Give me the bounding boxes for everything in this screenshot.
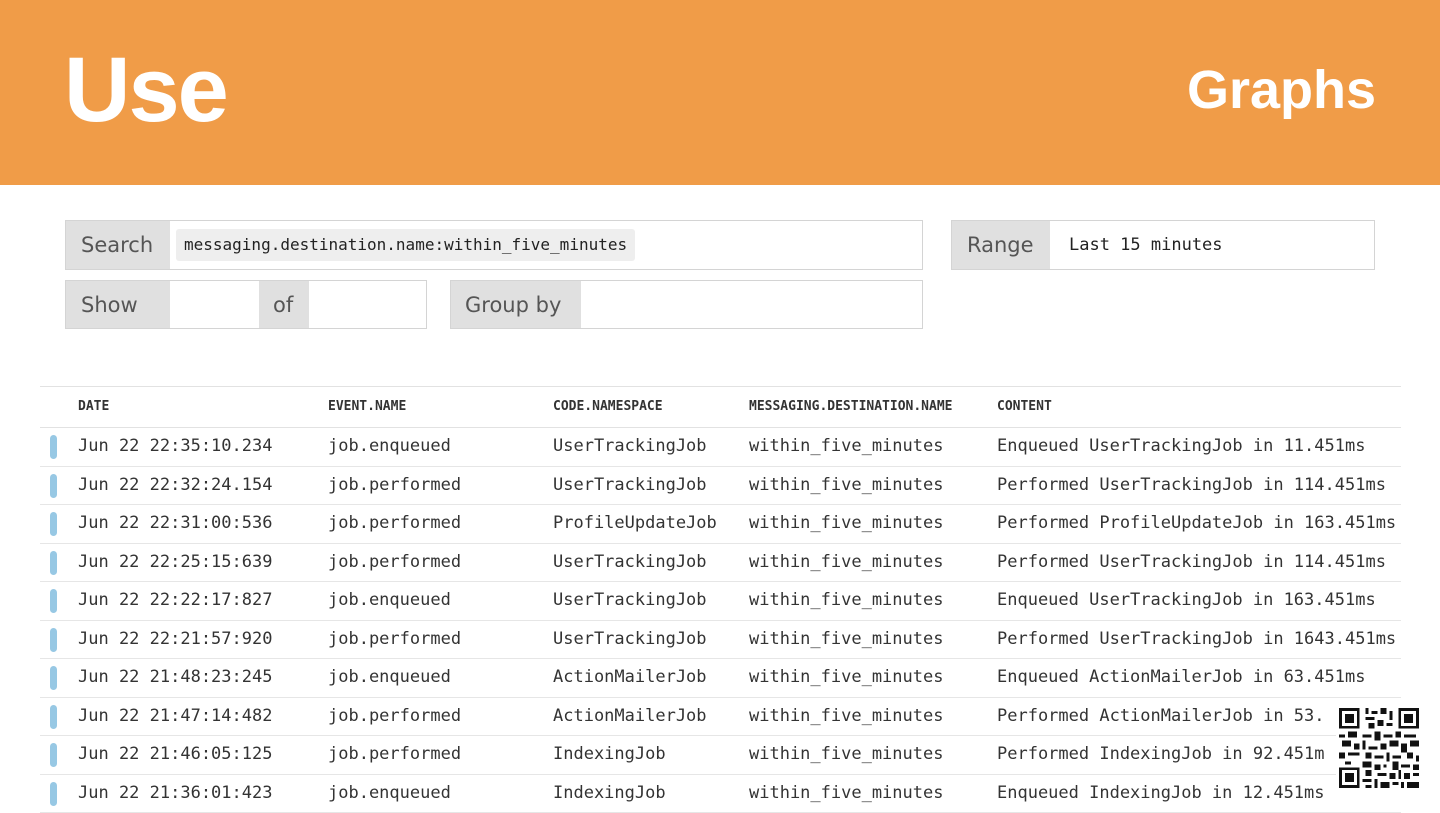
cell-content: Performed UserTrackingJob in 1643.451ms xyxy=(997,629,1402,649)
cell-destination: within_five_minutes xyxy=(749,629,943,649)
show-input[interactable] xyxy=(176,295,256,315)
events-table: DATE EVENT.NAME CODE.NAMESPACE MESSAGING… xyxy=(40,386,1401,813)
cell-code-namespace: IndexingJob xyxy=(553,744,666,764)
table-row[interactable]: Jun 22 22:31:00:536 job.performed ProfileU… xyxy=(40,505,1401,544)
search-bar[interactable]: Search messaging.destination.name:within… xyxy=(65,220,923,270)
header-banner: Use Graphs xyxy=(0,0,1440,185)
cell-code-namespace: UserTrackingJob xyxy=(553,436,707,456)
cell-content: Performed ProfileUpdateJob in 163.451ms xyxy=(997,513,1402,533)
cell-content: Enqueued UserTrackingJob in 11.451ms xyxy=(997,436,1402,456)
slide-title: Use xyxy=(64,38,227,142)
cell-destination: within_five_minutes xyxy=(749,667,943,687)
of-input[interactable] xyxy=(316,295,416,315)
of-label: of xyxy=(259,281,309,328)
cell-destination: within_five_minutes xyxy=(749,744,943,764)
row-marker xyxy=(50,666,57,690)
table-row[interactable]: Jun 22 22:35:10.234 job.enqueued UserTrack… xyxy=(40,428,1401,467)
cell-date: Jun 22 21:47:14:482 xyxy=(78,706,272,726)
cell-content: Enqueued ActionMailerJob in 63.451ms xyxy=(997,667,1402,687)
cell-date: Jun 22 22:32:24.154 xyxy=(78,475,272,495)
group-by-label: Group by xyxy=(451,281,581,328)
row-marker xyxy=(50,782,57,806)
cell-date: Jun 22 22:21:57:920 xyxy=(78,629,272,649)
cell-code-namespace: UserTrackingJob xyxy=(553,552,707,572)
search-query-chip[interactable]: messaging.destination.name:within_five_m… xyxy=(176,229,635,261)
cell-event-name: job.performed xyxy=(328,744,461,764)
cell-event-name: job.enqueued xyxy=(328,783,451,803)
row-marker xyxy=(50,512,57,536)
cell-content: Performed UserTrackingJob in 114.451ms xyxy=(997,552,1402,572)
group-by-input[interactable] xyxy=(591,295,911,315)
row-marker xyxy=(50,474,57,498)
table-row[interactable]: Jun 22 22:32:24.154 job.performed UserTrac… xyxy=(40,467,1401,506)
cell-destination: within_five_minutes xyxy=(749,590,943,610)
cell-event-name: job.performed xyxy=(328,629,461,649)
table-row[interactable]: Jun 22 21:47:14:482 job.performed ActionMa… xyxy=(40,698,1401,737)
cell-event-name: job.enqueued xyxy=(328,590,451,610)
show-label: Show xyxy=(66,281,170,328)
row-marker xyxy=(50,628,57,652)
range-label: Range xyxy=(952,221,1050,269)
table-row[interactable]: Jun 22 21:36:01:423 job.enqueued IndexingJ… xyxy=(40,775,1401,813)
cell-code-namespace: ActionMailerJob xyxy=(553,706,707,726)
row-marker xyxy=(50,551,57,575)
cell-destination: within_five_minutes xyxy=(749,436,943,456)
group-by-control: Group by xyxy=(450,280,923,329)
table-row[interactable]: Jun 22 22:22:17:827 job.enqueued UserTrack… xyxy=(40,582,1401,621)
col-code-namespace[interactable]: CODE.NAMESPACE xyxy=(553,399,663,414)
row-marker xyxy=(50,705,57,729)
cell-date: Jun 22 22:31:00:536 xyxy=(78,513,272,533)
col-date[interactable]: DATE xyxy=(78,399,109,414)
row-marker xyxy=(50,743,57,767)
cell-destination: within_five_minutes xyxy=(749,552,943,572)
cell-date: Jun 22 22:35:10.234 xyxy=(78,436,272,456)
cell-event-name: job.performed xyxy=(328,552,461,572)
cell-event-name: job.enqueued xyxy=(328,436,451,456)
show-control: Show of xyxy=(65,280,427,329)
row-marker xyxy=(50,589,57,613)
cell-destination: within_five_minutes xyxy=(749,475,943,495)
cell-date: Jun 22 21:48:23:245 xyxy=(78,667,272,687)
table-row[interactable]: Jun 22 22:21:57:920 job.performed UserTrac… xyxy=(40,621,1401,660)
table-row[interactable]: Jun 22 21:46:05:125 job.performed Indexing… xyxy=(40,736,1401,775)
range-value[interactable]: Last 15 minutes xyxy=(1069,235,1223,255)
section-label: Graphs xyxy=(1187,58,1376,122)
cell-destination: within_five_minutes xyxy=(749,783,943,803)
search-label: Search xyxy=(66,221,170,269)
cell-code-namespace: UserTrackingJob xyxy=(553,475,707,495)
table-row[interactable]: Jun 22 22:25:15:639 job.performed UserTrac… xyxy=(40,544,1401,583)
cell-code-namespace: IndexingJob xyxy=(553,783,666,803)
cell-event-name: job.performed xyxy=(328,513,461,533)
cell-event-name: job.enqueued xyxy=(328,667,451,687)
table-row[interactable]: Jun 22 21:48:23:245 job.enqueued ActionMai… xyxy=(40,659,1401,698)
row-marker xyxy=(50,435,57,459)
table-header: DATE EVENT.NAME CODE.NAMESPACE MESSAGING… xyxy=(40,386,1401,428)
cell-destination: within_five_minutes xyxy=(749,513,943,533)
col-event-name[interactable]: EVENT.NAME xyxy=(328,399,406,414)
cell-code-namespace: ProfileUpdateJob xyxy=(553,513,717,533)
cell-event-name: job.performed xyxy=(328,706,461,726)
cell-date: Jun 22 22:22:17:827 xyxy=(78,590,272,610)
cell-date: Jun 22 21:46:05:125 xyxy=(78,744,272,764)
range-selector[interactable]: Range Last 15 minutes xyxy=(951,220,1375,270)
cell-date: Jun 22 21:36:01:423 xyxy=(78,783,272,803)
cell-event-name: job.performed xyxy=(328,475,461,495)
qr-code-icon xyxy=(1336,705,1422,791)
cell-date: Jun 22 22:25:15:639 xyxy=(78,552,272,572)
cell-code-namespace: ActionMailerJob xyxy=(553,667,707,687)
cell-content: Performed UserTrackingJob in 114.451ms xyxy=(997,475,1402,495)
cell-content: Enqueued UserTrackingJob in 163.451ms xyxy=(997,590,1402,610)
cell-destination: within_five_minutes xyxy=(749,706,943,726)
col-messaging-destination[interactable]: MESSAGING.DESTINATION.NAME xyxy=(749,399,953,414)
col-content[interactable]: CONTENT xyxy=(997,399,1052,414)
cell-code-namespace: UserTrackingJob xyxy=(553,590,707,610)
cell-code-namespace: UserTrackingJob xyxy=(553,629,707,649)
